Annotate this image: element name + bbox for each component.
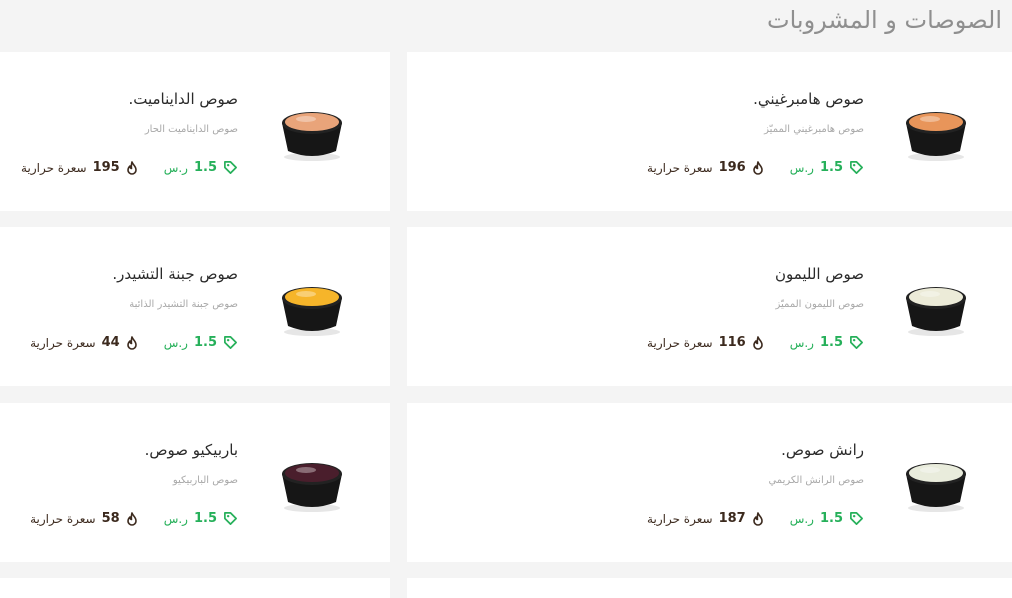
sauce-cup-image [900, 452, 972, 514]
flame-icon [126, 511, 138, 526]
menu-card[interactable]: صوص الدايناميت. صوص الدايناميت الحار 1.5… [0, 52, 390, 211]
menu-card-partial[interactable] [0, 578, 390, 598]
item-name: صوص الدايناميت. [128, 90, 239, 108]
flame-icon [126, 160, 138, 175]
menu-card-partial[interactable] [407, 578, 1012, 598]
menu-card[interactable]: باربيكيو صوص. صوص الباربيكيو 1.5 ر.س 58 … [0, 403, 390, 562]
item-meta: 1.5 ر.س 58 سعرة حرارية [30, 511, 238, 526]
item-price: 1.5 ر.س [790, 160, 864, 175]
item-calories: 195 سعرة حرارية [21, 160, 138, 175]
calories-label: سعرة حرارية [30, 335, 96, 350]
flame-icon [752, 511, 764, 526]
item-meta: 1.5 ر.س 195 سعرة حرارية [21, 160, 238, 175]
item-calories: 58 سعرة حرارية [30, 511, 138, 526]
flame-icon [752, 160, 764, 175]
item-name: صوص هامبرغيني. [753, 90, 864, 108]
price-tag-icon [223, 511, 238, 526]
price-value: 1.5 [193, 335, 217, 350]
currency-label: ر.س [789, 335, 814, 350]
calories-label: سعرة حرارية [647, 335, 713, 350]
calories-label: سعرة حرارية [647, 511, 713, 526]
menu-card[interactable]: صوص جبنة التشيدر. صوص جبنة التشيدر الذائ… [0, 227, 390, 386]
sauce-cup-image [276, 101, 348, 163]
item-calories: 196 سعرة حرارية [647, 160, 764, 175]
item-calories: 44 سعرة حرارية [30, 335, 138, 350]
currency-label: ر.س [163, 511, 188, 526]
item-description: صوص الليمون المميّز [775, 299, 864, 310]
item-name: باربيكيو صوص. [144, 441, 238, 459]
price-value: 1.5 [819, 511, 843, 526]
item-description: صوص الرانش الكريمي [768, 475, 864, 486]
item-description: صوص الباربيكيو [172, 475, 238, 486]
menu-card[interactable]: صوص هامبرغيني. صوص هامبرغيني المميّز 1.5… [407, 52, 1012, 211]
currency-label: ر.س [163, 335, 188, 350]
calories-value: 116 [718, 335, 746, 350]
price-value: 1.5 [193, 160, 217, 175]
calories-value: 187 [718, 511, 746, 526]
calories-value: 196 [718, 160, 746, 175]
item-calories: 187 سعرة حرارية [647, 511, 764, 526]
price-tag-icon [849, 511, 864, 526]
calories-value: 58 [101, 511, 120, 526]
item-meta: 1.5 ر.س 44 سعرة حرارية [30, 335, 238, 350]
item-price: 1.5 ر.س [790, 511, 864, 526]
price-tag-icon [223, 160, 238, 175]
price-tag-icon [849, 335, 864, 350]
price-tag-icon [223, 335, 238, 350]
calories-label: سعرة حرارية [30, 511, 96, 526]
item-description: صوص الدايناميت الحار [144, 124, 238, 135]
flame-icon [126, 335, 138, 350]
price-tag-icon [849, 160, 864, 175]
item-price: 1.5 ر.س [790, 335, 864, 350]
calories-label: سعرة حرارية [647, 160, 713, 175]
item-description: صوص هامبرغيني المميّز [764, 124, 864, 135]
currency-label: ر.س [789, 160, 814, 175]
currency-label: ر.س [789, 511, 814, 526]
item-name: رانش صوص. [781, 441, 864, 459]
flame-icon [752, 335, 764, 350]
item-meta: 1.5 ر.س 187 سعرة حرارية [647, 511, 864, 526]
item-meta: 1.5 ر.س 196 سعرة حرارية [647, 160, 864, 175]
calories-label: سعرة حرارية [21, 160, 87, 175]
item-calories: 116 سعرة حرارية [647, 335, 764, 350]
item-price: 1.5 ر.س [164, 160, 238, 175]
sauce-cup-image [276, 452, 348, 514]
price-value: 1.5 [819, 335, 843, 350]
calories-value: 195 [92, 160, 120, 175]
item-meta: 1.5 ر.س 116 سعرة حرارية [647, 335, 864, 350]
item-name: صوص الليمون [774, 265, 864, 283]
item-name: صوص جبنة التشيدر. [112, 265, 238, 283]
calories-value: 44 [101, 335, 120, 350]
currency-label: ر.س [163, 160, 188, 175]
price-value: 1.5 [193, 511, 217, 526]
item-price: 1.5 ر.س [164, 335, 238, 350]
menu-card[interactable]: رانش صوص. صوص الرانش الكريمي 1.5 ر.س 187… [407, 403, 1012, 562]
item-price: 1.5 ر.س [164, 511, 238, 526]
item-description: صوص جبنة التشيدر الذائبة [129, 299, 238, 310]
sauce-cup-image [276, 276, 348, 338]
page-title: الصوصات و المشروبات [766, 6, 1002, 34]
sauce-cup-image [900, 101, 972, 163]
sauce-cup-image [900, 276, 972, 338]
price-value: 1.5 [819, 160, 843, 175]
menu-card[interactable]: صوص الليمون صوص الليمون المميّز 1.5 ر.س … [407, 227, 1012, 386]
